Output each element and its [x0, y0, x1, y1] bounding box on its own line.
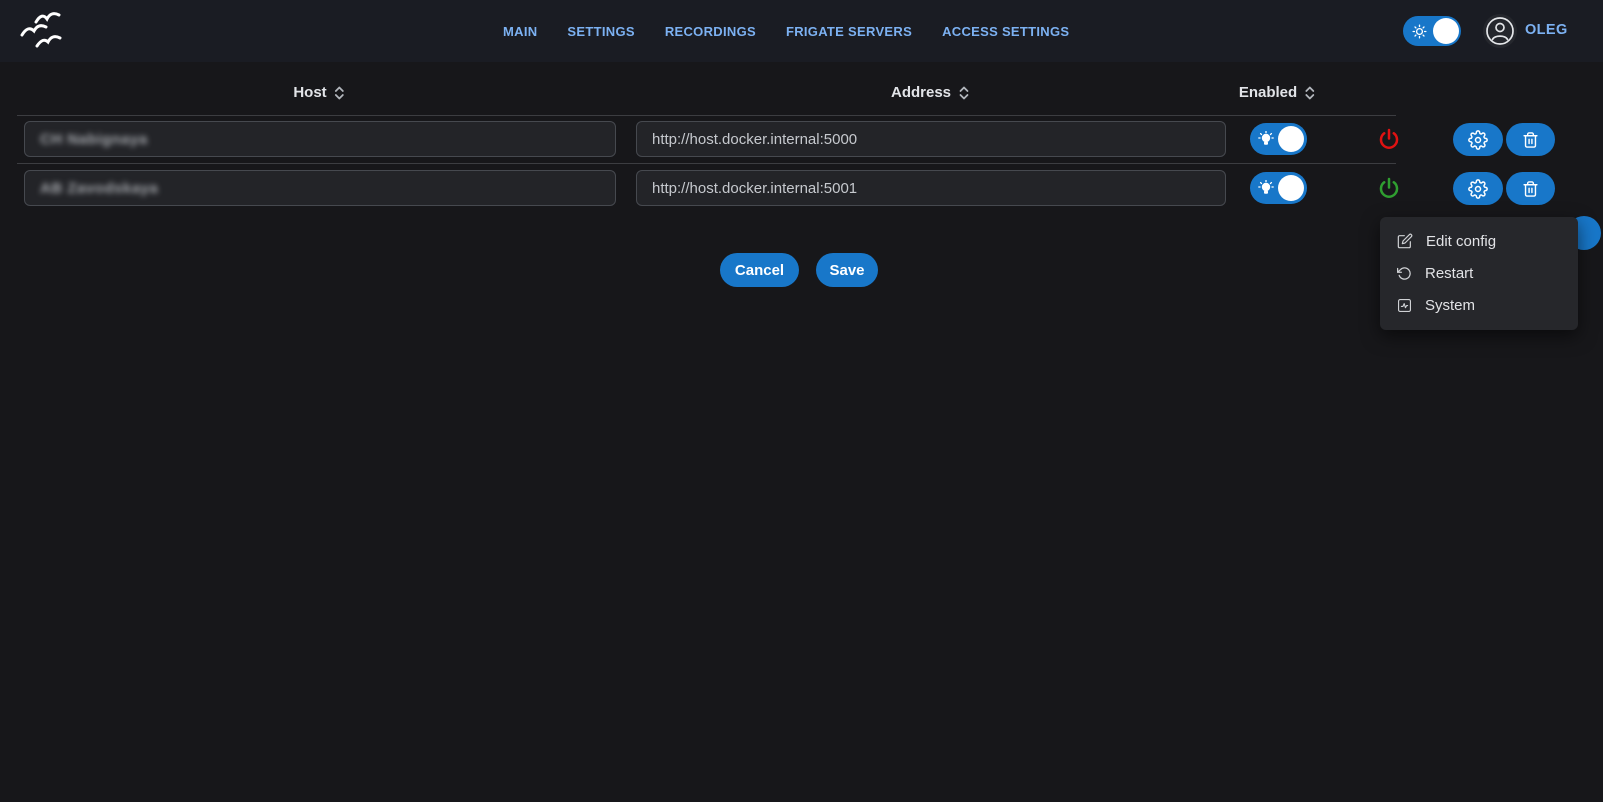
username[interactable]: OLEG: [1525, 22, 1568, 38]
navbar: MAIN SETTINGS RECORDINGS FRIGATE SERVERS…: [0, 0, 1603, 62]
system-icon: [1397, 298, 1412, 313]
address-input[interactable]: [636, 121, 1226, 157]
main-nav: MAIN SETTINGS RECORDINGS FRIGATE SERVERS…: [503, 0, 1069, 62]
menu-item-restart[interactable]: Restart: [1380, 257, 1578, 289]
host-input[interactable]: CH Nabignaya: [24, 121, 616, 157]
menu-item-label: Restart: [1425, 265, 1473, 282]
frigate-birds-icon: [18, 9, 64, 53]
host-value-blurred: AB Zavodskaya: [40, 180, 158, 197]
person-icon: [1485, 16, 1515, 46]
nav-link-recordings[interactable]: RECORDINGS: [665, 24, 756, 39]
user-avatar[interactable]: [1483, 14, 1517, 48]
address-input[interactable]: [636, 170, 1226, 206]
trash-icon: [1522, 131, 1539, 149]
restart-icon: [1397, 266, 1412, 281]
menu-item-edit-config[interactable]: Edit config: [1380, 225, 1578, 257]
host-input[interactable]: AB Zavodskaya: [24, 170, 616, 206]
enabled-toggle[interactable]: [1250, 123, 1307, 155]
settings-button[interactable]: [1453, 123, 1503, 156]
toggle-knob: [1433, 18, 1459, 44]
delete-button[interactable]: [1506, 123, 1555, 156]
delete-button[interactable]: [1506, 172, 1555, 205]
row-divider: [17, 115, 1396, 116]
power-status-icon-off: [1377, 127, 1401, 151]
sort-icon: [1303, 85, 1317, 101]
bulb-icon: [1258, 180, 1274, 196]
menu-item-system[interactable]: System: [1380, 289, 1578, 321]
save-button[interactable]: Save: [816, 253, 878, 287]
nav-link-frigate-servers[interactable]: FRIGATE SERVERS: [786, 24, 912, 39]
column-header-enabled-label: Enabled: [1239, 84, 1297, 101]
power-status-icon-on: [1377, 176, 1401, 200]
enabled-toggle[interactable]: [1250, 172, 1307, 204]
column-header-enabled[interactable]: Enabled: [1239, 84, 1317, 101]
edit-icon: [1397, 233, 1413, 249]
sort-icon: [333, 85, 347, 101]
toggle-knob: [1278, 126, 1304, 152]
nav-link-main[interactable]: MAIN: [503, 24, 537, 39]
column-header-address[interactable]: Address: [891, 84, 971, 101]
menu-item-label: Edit config: [1426, 233, 1496, 250]
sort-icon: [957, 85, 971, 101]
navbar-right: OLEG: [1395, 0, 1603, 62]
column-header-address-label: Address: [891, 84, 951, 101]
toggle-knob: [1278, 175, 1304, 201]
host-value-blurred: CH Nabignaya: [40, 131, 148, 148]
sun-icon: [1412, 24, 1427, 39]
trash-icon: [1522, 180, 1539, 198]
column-header-host-label: Host: [293, 84, 326, 101]
nav-link-access-settings[interactable]: ACCESS SETTINGS: [942, 24, 1069, 39]
nav-link-settings[interactable]: SETTINGS: [567, 24, 634, 39]
row-divider: [17, 163, 1396, 164]
bulb-icon: [1258, 131, 1274, 147]
context-menu: Edit config Restart System: [1380, 217, 1578, 330]
menu-item-label: System: [1425, 297, 1475, 314]
theme-toggle[interactable]: [1403, 16, 1461, 46]
gear-icon: [1468, 179, 1488, 199]
settings-button[interactable]: [1453, 172, 1503, 205]
column-header-host[interactable]: Host: [293, 84, 346, 101]
cancel-button[interactable]: Cancel: [720, 253, 799, 287]
gear-icon: [1468, 130, 1488, 150]
app: MAIN SETTINGS RECORDINGS FRIGATE SERVERS…: [0, 0, 1603, 802]
frigate-logo[interactable]: [18, 9, 64, 53]
